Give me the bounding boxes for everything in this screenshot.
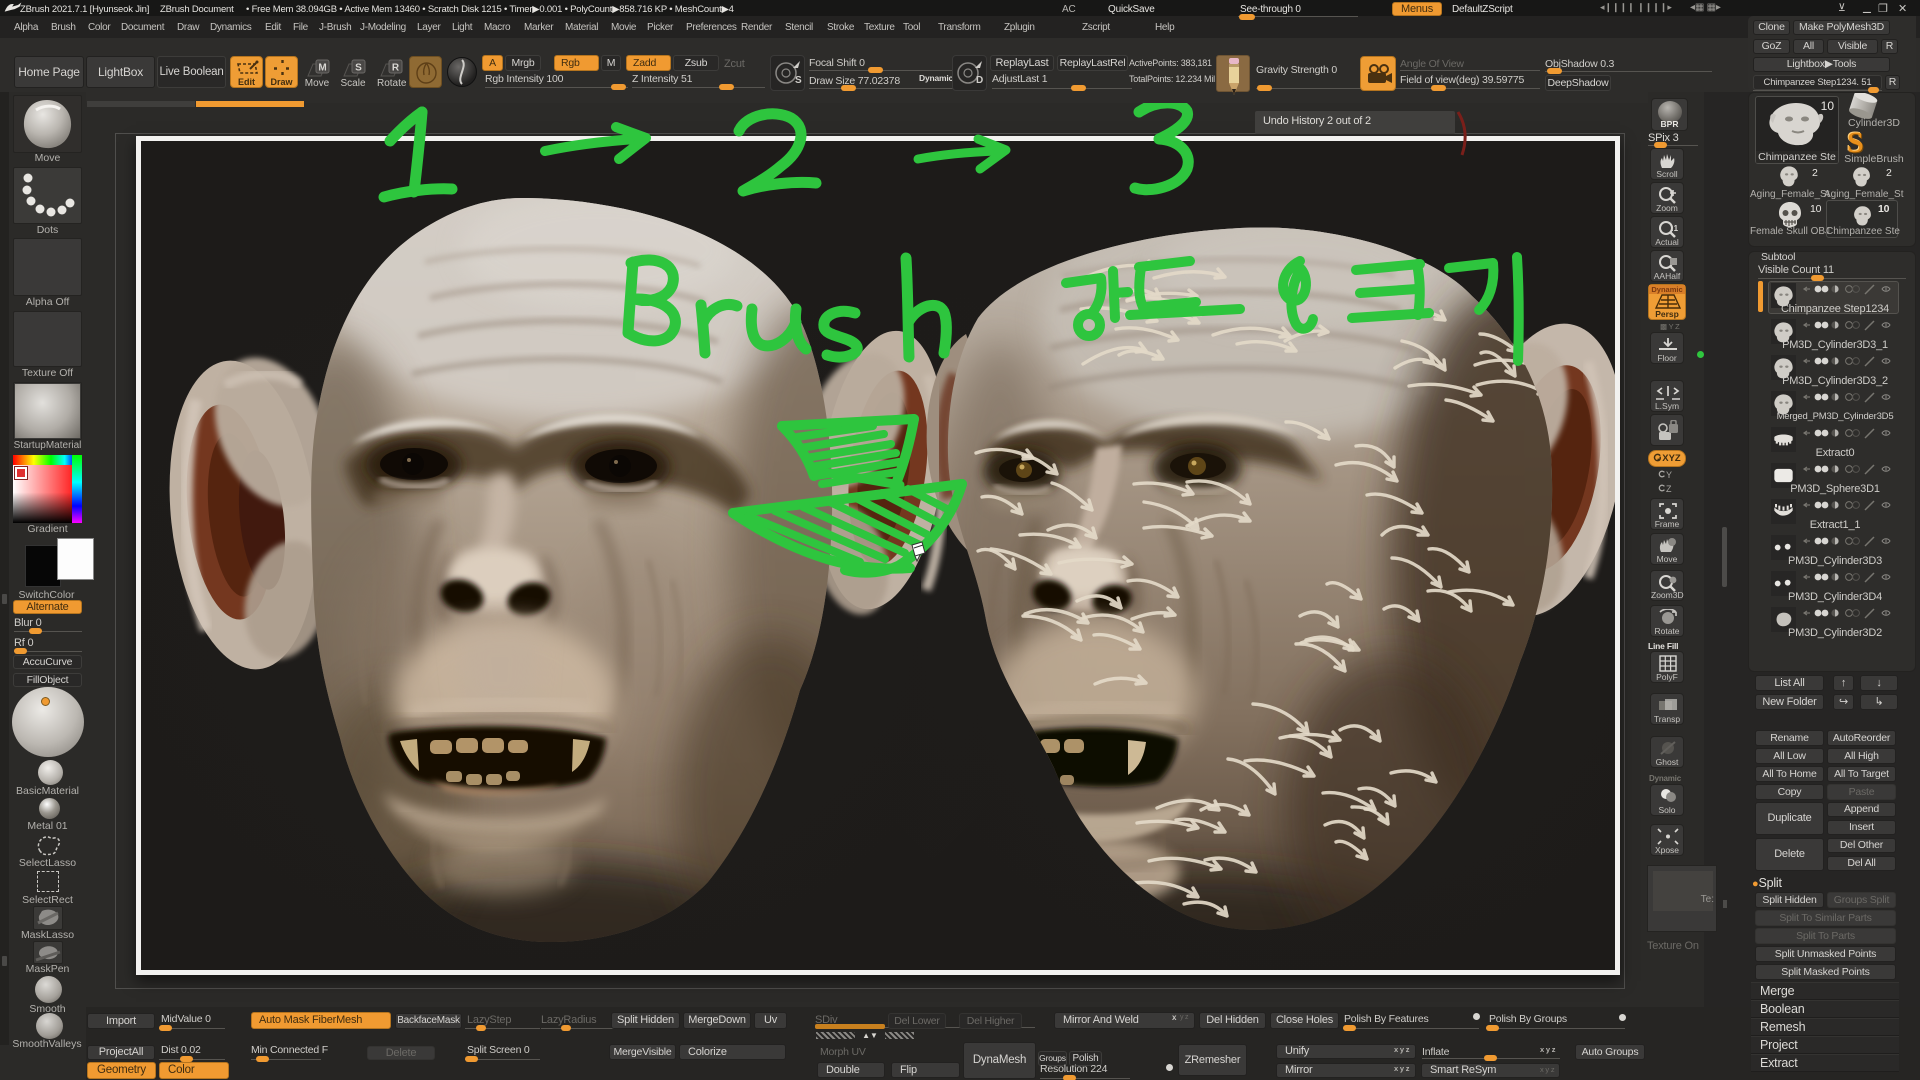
- svg-text:S: S: [795, 75, 802, 86]
- svg-text:M: M: [318, 63, 326, 74]
- svg-text::1: :1: [1671, 224, 1679, 233]
- svg-text:R: R: [392, 63, 400, 74]
- svg-text:D: D: [976, 75, 983, 86]
- svg-text:S: S: [355, 63, 362, 74]
